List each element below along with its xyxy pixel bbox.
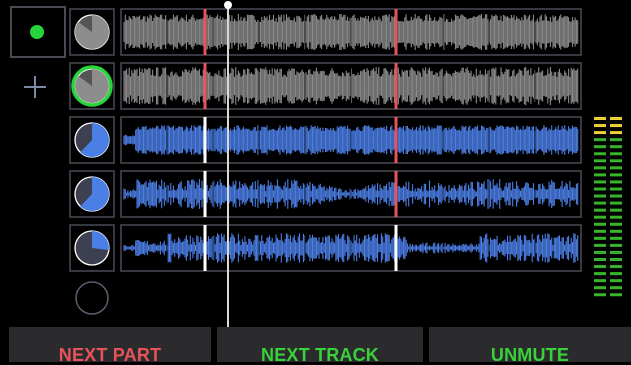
meter-segment xyxy=(610,201,622,205)
track-1-waveform[interactable] xyxy=(120,8,582,56)
track-4-waveform[interactable] xyxy=(120,170,582,218)
meter-segment xyxy=(610,152,622,156)
track-5-marker xyxy=(203,225,207,271)
meter-segment xyxy=(610,250,622,254)
next-part-label: NEXT PART xyxy=(58,345,162,365)
next-track-button[interactable]: NEXT TRACK xyxy=(217,327,423,365)
meter-segment xyxy=(594,215,606,219)
meter-segment xyxy=(610,215,622,219)
meter-segment xyxy=(610,279,622,283)
track-2-marker xyxy=(203,63,207,109)
footer-bar: NEXT PART NEXT TRACK UNMUTE xyxy=(0,327,631,365)
meter-segment xyxy=(610,208,622,212)
meter-segment xyxy=(594,243,606,247)
meter-segment xyxy=(594,131,606,135)
meter-segment xyxy=(594,222,606,226)
meter-segment xyxy=(610,159,622,163)
meter-segment xyxy=(610,166,622,170)
meter-segment xyxy=(610,138,622,142)
meter-segment xyxy=(610,222,622,226)
meter-segment xyxy=(594,201,606,205)
track-4-marker xyxy=(203,171,207,217)
meter-segment xyxy=(610,229,622,233)
next-part-button[interactable]: NEXT PART xyxy=(9,327,211,365)
meter-segment xyxy=(610,194,622,198)
track-4-marker xyxy=(394,171,398,217)
meter-segment xyxy=(610,258,622,261)
track-2-pie[interactable] xyxy=(69,62,115,110)
record-button[interactable] xyxy=(10,6,66,58)
meter-segment xyxy=(594,229,606,233)
record-dot-icon xyxy=(30,25,44,39)
track-4-pie[interactable] xyxy=(69,170,115,218)
meter-segment xyxy=(594,293,606,297)
meter-segment xyxy=(610,173,622,177)
track-1-marker xyxy=(394,9,398,55)
track-3-marker xyxy=(203,117,207,163)
meter-segment xyxy=(610,243,622,247)
meter-segment xyxy=(610,286,622,290)
meter-segment xyxy=(594,117,606,120)
meter-segment xyxy=(610,187,622,191)
meter-segment xyxy=(594,194,606,198)
next-track-label: NEXT TRACK xyxy=(261,345,379,365)
meter-segment xyxy=(610,117,622,120)
meter-segment xyxy=(594,236,606,240)
unmute-label: UNMUTE xyxy=(490,345,570,365)
unmute-button[interactable]: UNMUTE xyxy=(429,327,631,365)
meter-segment xyxy=(610,145,622,149)
track-3-waveform[interactable] xyxy=(120,116,582,164)
meter-segment xyxy=(610,131,622,135)
track-5-pie[interactable] xyxy=(69,224,115,272)
track-5-marker xyxy=(394,225,398,271)
meter-segment xyxy=(594,265,606,269)
meter-segment xyxy=(594,124,606,128)
meter-segment xyxy=(610,124,622,128)
meter-segment xyxy=(594,166,606,170)
track-1-marker xyxy=(203,9,207,55)
meter-segment xyxy=(594,159,606,163)
meter-segment xyxy=(594,145,606,149)
meter-segment xyxy=(610,265,622,269)
track-6-pie[interactable] xyxy=(75,281,109,315)
meter-segment xyxy=(594,152,606,156)
meter-segment xyxy=(594,173,606,177)
track-2-waveform[interactable] xyxy=(120,62,582,110)
meter-segment xyxy=(610,236,622,240)
looper-screen xyxy=(10,1,622,327)
add-track-button[interactable] xyxy=(24,76,46,98)
meter-segment xyxy=(594,272,606,276)
meter-segment xyxy=(594,286,606,290)
meter-segment xyxy=(594,180,606,184)
track-5-waveform[interactable] xyxy=(120,224,582,272)
meter-segment xyxy=(594,187,606,191)
track-3-pie[interactable] xyxy=(69,116,115,164)
meter-segment xyxy=(594,258,606,261)
track-2-marker xyxy=(394,63,398,109)
meter-segment xyxy=(594,279,606,283)
meter-segment xyxy=(610,180,622,184)
meter-segment xyxy=(594,250,606,254)
meter-segment xyxy=(594,138,606,142)
meter-segment xyxy=(610,293,622,297)
meter-segment xyxy=(610,272,622,276)
level-meter xyxy=(594,117,622,297)
track-3-marker xyxy=(394,117,398,163)
meter-segment xyxy=(594,208,606,212)
track-1-pie[interactable] xyxy=(69,8,115,56)
plus-icon xyxy=(24,76,46,98)
